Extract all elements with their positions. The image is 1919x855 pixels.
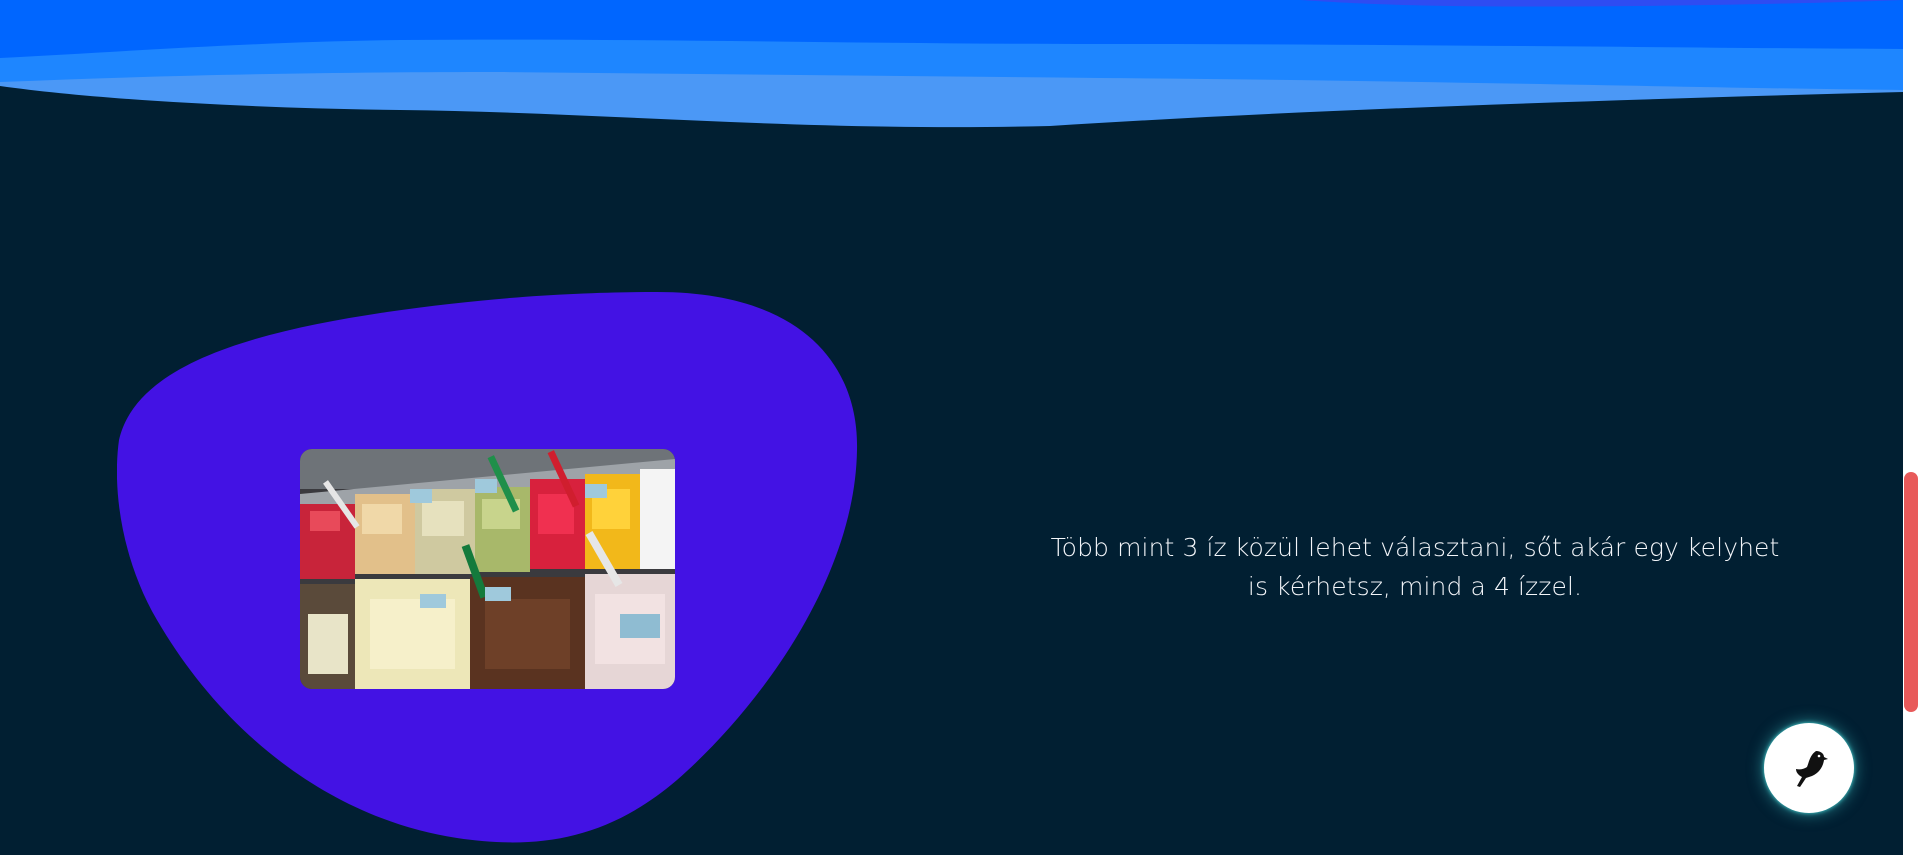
gelato-display-image (300, 449, 675, 689)
gelato-photo (300, 449, 675, 689)
description-text: Több mint 3 íz közül lehet választani, s… (1050, 533, 1780, 601)
bird-icon (1796, 751, 1828, 787)
top-wave-decoration (0, 0, 1903, 128)
scrollbar-thumb[interactable] (1904, 472, 1918, 712)
scrollbar-track[interactable] (1903, 0, 1919, 855)
floating-bird-button[interactable] (1764, 723, 1854, 813)
page: Több mint 3 íz közül lehet választani, s… (0, 0, 1919, 855)
